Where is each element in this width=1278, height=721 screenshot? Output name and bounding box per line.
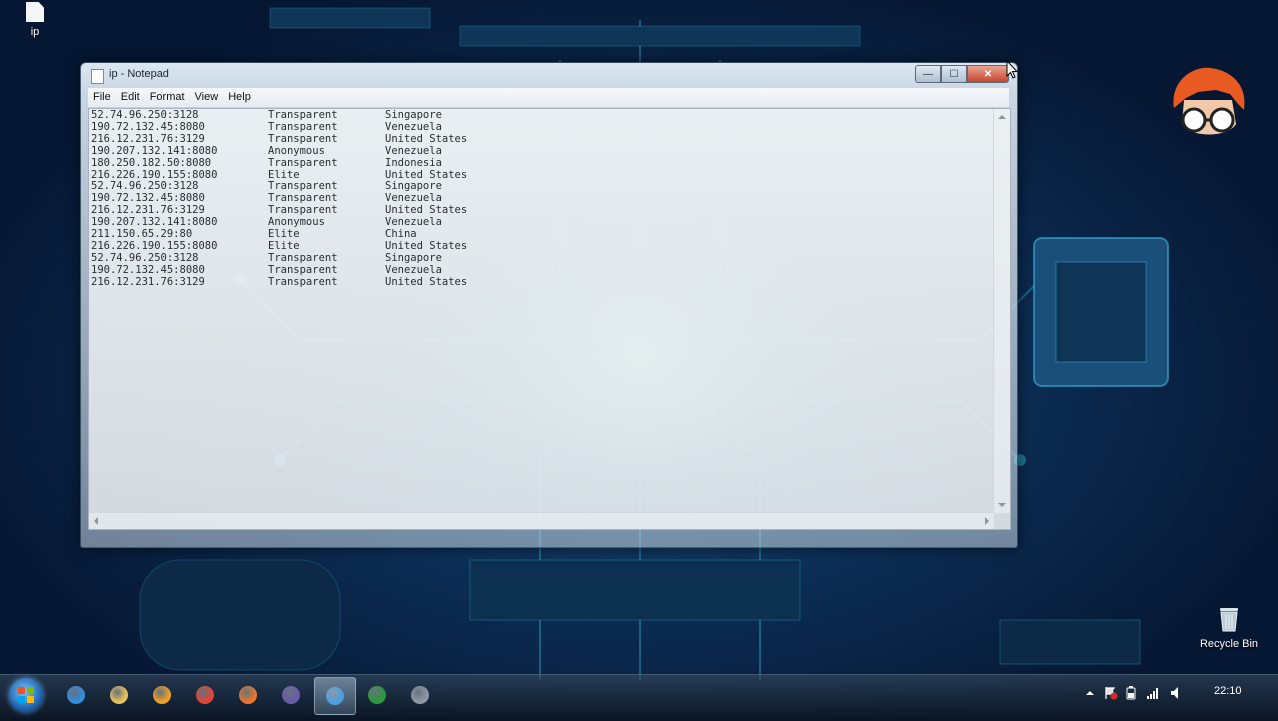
proxy-type-text: Anonymous	[268, 144, 325, 157]
proxy-country-text: United States	[385, 132, 468, 145]
battery-icon[interactable]	[1126, 686, 1138, 700]
proxy-ip-text: 190.207.132.141:8080	[91, 144, 218, 157]
chrome-icon	[196, 686, 214, 704]
menu-file[interactable]: File	[88, 88, 116, 107]
text-line: 216.12.231.76:3129 Transparent United Stat…	[91, 132, 525, 146]
menu-view[interactable]: View	[190, 88, 224, 107]
taskbar-button-eclipse[interactable]	[271, 677, 311, 713]
proxy-ip-text: 190.72.132.45:8080	[91, 263, 205, 276]
proxy-ip-text: 216.12.231.76:3129	[91, 275, 205, 288]
proxy-country-text: United States	[385, 275, 468, 288]
taskbar-button-internet-explorer[interactable]	[56, 677, 96, 713]
text-line: 190.72.132.45:8080 Transparent Venezuela	[91, 263, 525, 277]
text-file-icon	[26, 2, 44, 22]
start-button[interactable]	[9, 678, 43, 712]
eclipse-icon	[282, 686, 300, 704]
proxy-ip-text: 180.250.182.50:8080	[91, 156, 212, 169]
proxy-type-text: Transparent	[268, 275, 338, 288]
volume-icon[interactable]	[1170, 686, 1182, 700]
proxy-type-text: Transparent	[268, 263, 338, 276]
proxy-type-text: Transparent	[268, 251, 338, 264]
text-editor-area[interactable]: 52.74.96.250:3128 Transparent Singapore 190…	[88, 108, 1011, 530]
mouse-pointer-icon	[1006, 59, 1019, 80]
menu-help[interactable]: Help	[223, 88, 256, 107]
windows-logo-icon	[18, 687, 34, 703]
firefox-icon	[239, 686, 257, 704]
horizontal-scrollbar[interactable]	[89, 512, 994, 529]
network-signal-icon[interactable]	[1146, 686, 1158, 700]
system-tray	[1078, 675, 1278, 715]
scroll-left-arrow-icon[interactable]	[94, 517, 98, 525]
proxy-country-text: Venezuela	[385, 144, 442, 157]
desktop-icon-recycle-bin[interactable]: Recycle Bin	[1196, 606, 1262, 650]
desktop-icon-ip[interactable]: ip	[22, 2, 48, 38]
notepad-icon	[91, 69, 104, 84]
vertical-scrollbar[interactable]	[993, 109, 1010, 513]
desktop-icon-label: Recycle Bin	[1199, 638, 1259, 650]
taskbar: 22:10	[0, 674, 1278, 721]
maximize-button[interactable]: ☐	[941, 65, 967, 83]
desktop-icon-label: ip	[30, 26, 40, 38]
recycle-bin-icon	[1218, 606, 1240, 632]
internet-explorer-icon	[67, 686, 85, 704]
folder-icon	[110, 686, 128, 704]
show-hidden-icons-icon[interactable]	[1084, 686, 1096, 700]
menu-edit[interactable]: Edit	[116, 88, 145, 107]
taskbar-button-chrome[interactable]	[185, 677, 225, 713]
taskbar-button-firefox[interactable]	[228, 677, 268, 713]
taskbar-clock[interactable]: 22:10	[1214, 685, 1242, 697]
text-content: 52.74.96.250:3128 Transparent Singapore 190…	[91, 109, 525, 289]
title-bar[interactable]: ip - Notepad — ☐ ✕	[81, 63, 1017, 87]
close-button[interactable]: ✕	[967, 65, 1009, 83]
scroll-down-arrow-icon[interactable]	[998, 503, 1006, 507]
scroll-right-arrow-icon[interactable]	[985, 517, 989, 525]
notepad-window: ip - Notepad — ☐ ✕ File Edit Format View…	[80, 62, 1018, 548]
media-player-icon	[153, 686, 171, 704]
proxy-country-text: Indonesia	[385, 156, 442, 169]
window-controls: — ☐ ✕	[915, 65, 1009, 83]
menu-format[interactable]: Format	[145, 88, 190, 107]
proxy-type-text: Transparent	[268, 156, 338, 169]
taskbar-button-folder[interactable]	[99, 677, 139, 713]
text-line: 52.74.96.250:3128 Transparent Singapore	[91, 251, 525, 265]
text-line: 180.250.182.50:8080 Transparent Indonesia	[91, 156, 525, 170]
proxy-ip-text: 52.74.96.250:3128	[91, 251, 199, 264]
taskbar-button-media-player[interactable]	[142, 677, 182, 713]
proxy-country-text: Singapore	[385, 251, 442, 264]
menu-bar: File Edit Format View Help	[88, 88, 1009, 108]
text-line: 190.207.132.141:8080 Anonymous Venezuela	[91, 144, 525, 158]
minimize-button[interactable]: —	[915, 65, 941, 83]
proxy-type-text: Transparent	[268, 132, 338, 145]
avatar	[1168, 64, 1248, 146]
window-title: ip - Notepad	[109, 68, 169, 80]
taskbar-button-browser[interactable]	[314, 677, 356, 715]
proxy-country-text: Venezuela	[385, 263, 442, 276]
action-center-flag-icon[interactable]	[1104, 686, 1118, 700]
scroll-up-arrow-icon[interactable]	[998, 115, 1006, 119]
text-line: 216.12.231.76:3129 Transparent United Stat…	[91, 275, 525, 289]
proxy-ip-text: 216.12.231.76:3129	[91, 132, 205, 145]
notepad-icon	[411, 686, 429, 704]
taskbar-button-notepad[interactable]	[400, 677, 440, 713]
taskbar-button-camtasia[interactable]	[357, 677, 397, 713]
browser-icon	[326, 687, 344, 705]
camtasia-icon	[368, 686, 386, 704]
